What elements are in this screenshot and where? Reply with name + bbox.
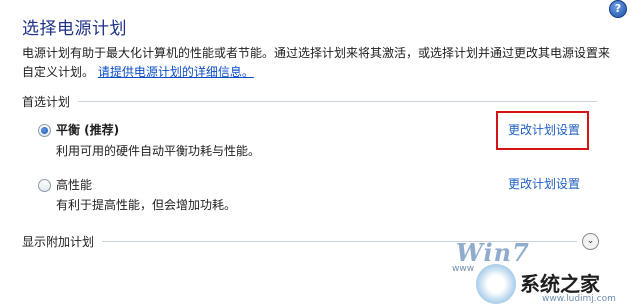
additional-plans-label[interactable]: 显示附加计划 (22, 233, 94, 250)
watermark-url: www.ludimj.com (542, 294, 616, 304)
radio-balanced[interactable] (38, 124, 51, 137)
plan-name-high-performance[interactable]: 高性能 (56, 176, 92, 193)
help-icon[interactable]: ? (609, 0, 627, 18)
plan-desc-high-performance: 有利于提高性能，但会增加功耗。 (56, 198, 237, 212)
watermark-brand: Win7 (456, 238, 530, 267)
plan-name-balanced[interactable]: 平衡 (推荐) (56, 121, 119, 138)
plan-desc-balanced: 利用可用的硬件自动平衡功耗与性能。 (56, 144, 261, 158)
intro-paragraph: 电源计划有助于最大化计算机的性能或者节能。通过选择计划来将其激活，或选择计划并通… (22, 44, 612, 82)
watermark: Win7 www 系统之家 www.ludimj.com (452, 234, 635, 307)
plan-details-link[interactable]: 请提供电源计划的详细信息。 (98, 65, 254, 79)
watermark-site-name: 系统之家 (520, 272, 600, 296)
preferred-plans-header: 首选计划 (22, 93, 597, 109)
highlight-box (496, 111, 589, 150)
preferred-plans-label: 首选计划 (22, 94, 71, 109)
watermark-url-left: www (452, 264, 475, 274)
page-title: 选择电源计划 (22, 19, 127, 39)
change-plan-settings-link-high-performance[interactable]: 更改计划设置 (508, 175, 580, 192)
group-divider (78, 100, 597, 102)
watermark-logo-icon (476, 264, 516, 304)
radio-high-performance[interactable] (38, 179, 51, 192)
